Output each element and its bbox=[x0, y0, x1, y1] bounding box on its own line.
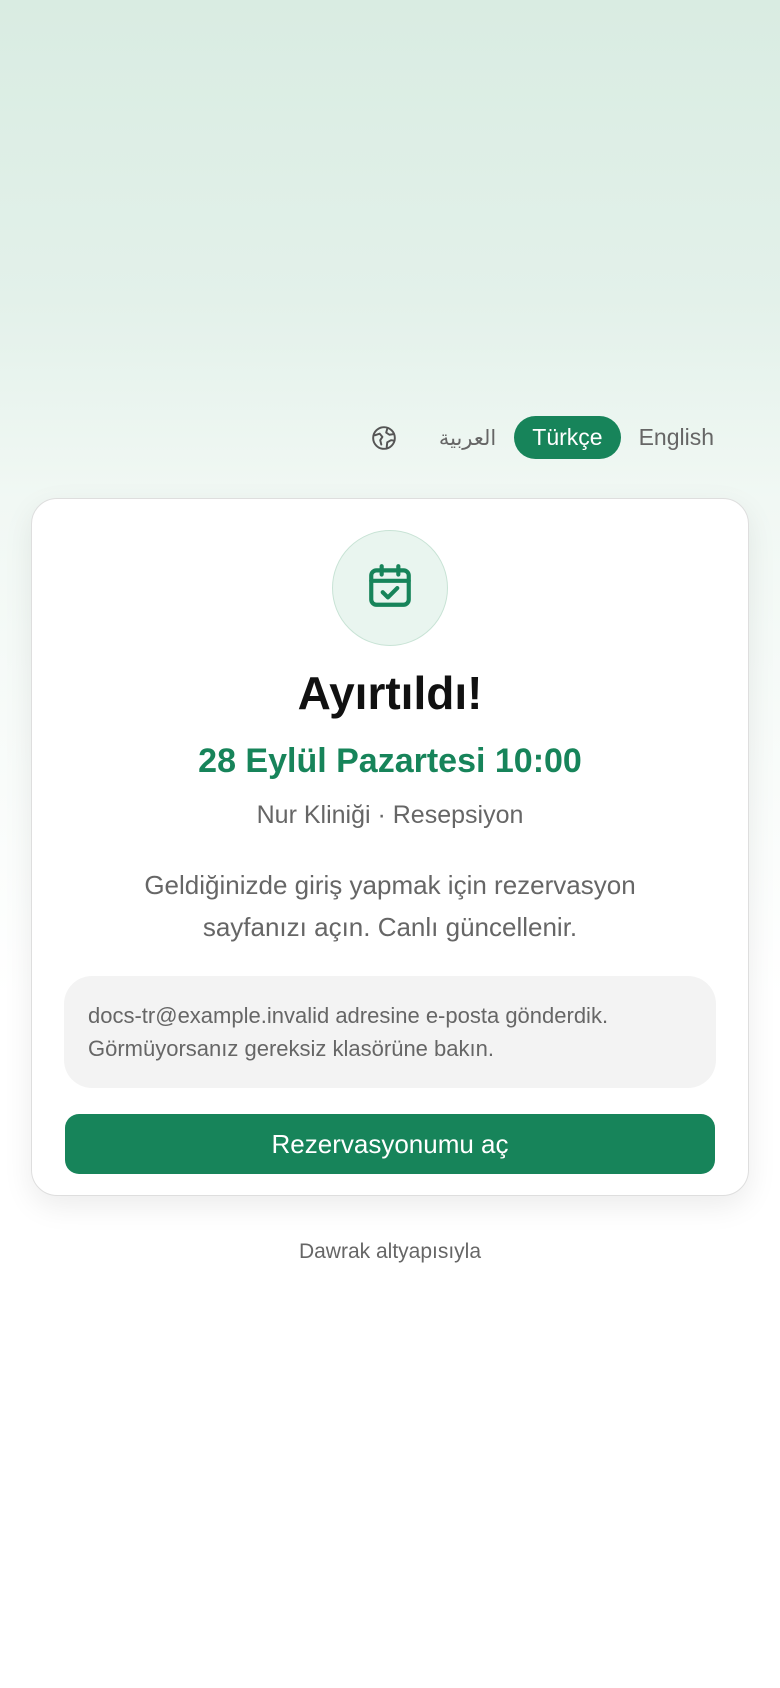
language-switcher: العربية Türkçe English bbox=[369, 416, 732, 459]
language-option-arabic[interactable]: العربية bbox=[421, 418, 514, 458]
appointment-location: Nur Kliniği · Resepsiyon bbox=[256, 801, 524, 829]
globe-icon[interactable] bbox=[369, 423, 399, 453]
calendar-check-icon bbox=[365, 561, 415, 616]
powered-by-footer: Dawrak altyapısıyla bbox=[298, 1240, 482, 1263]
open-reservation-button[interactable]: Rezervasyonumu aç bbox=[65, 1114, 715, 1174]
confirmation-title: Ayırtıldı! bbox=[297, 667, 483, 719]
confirmation-description: Geldiğinizde giriş yapmak için rezervasy… bbox=[144, 870, 636, 942]
language-option-english[interactable]: English bbox=[621, 416, 732, 459]
language-option-turkish[interactable]: Türkçe bbox=[514, 416, 621, 459]
confirmation-card: Ayırtıldı! 28 Eylül Pazartesi 10:00 Nur … bbox=[31, 498, 749, 1196]
email-notice: docs-tr@example.invalid adresine e-posta… bbox=[64, 976, 716, 1088]
calendar-check-badge bbox=[332, 530, 448, 646]
appointment-datetime: 28 Eylül Pazartesi 10:00 bbox=[198, 742, 582, 780]
